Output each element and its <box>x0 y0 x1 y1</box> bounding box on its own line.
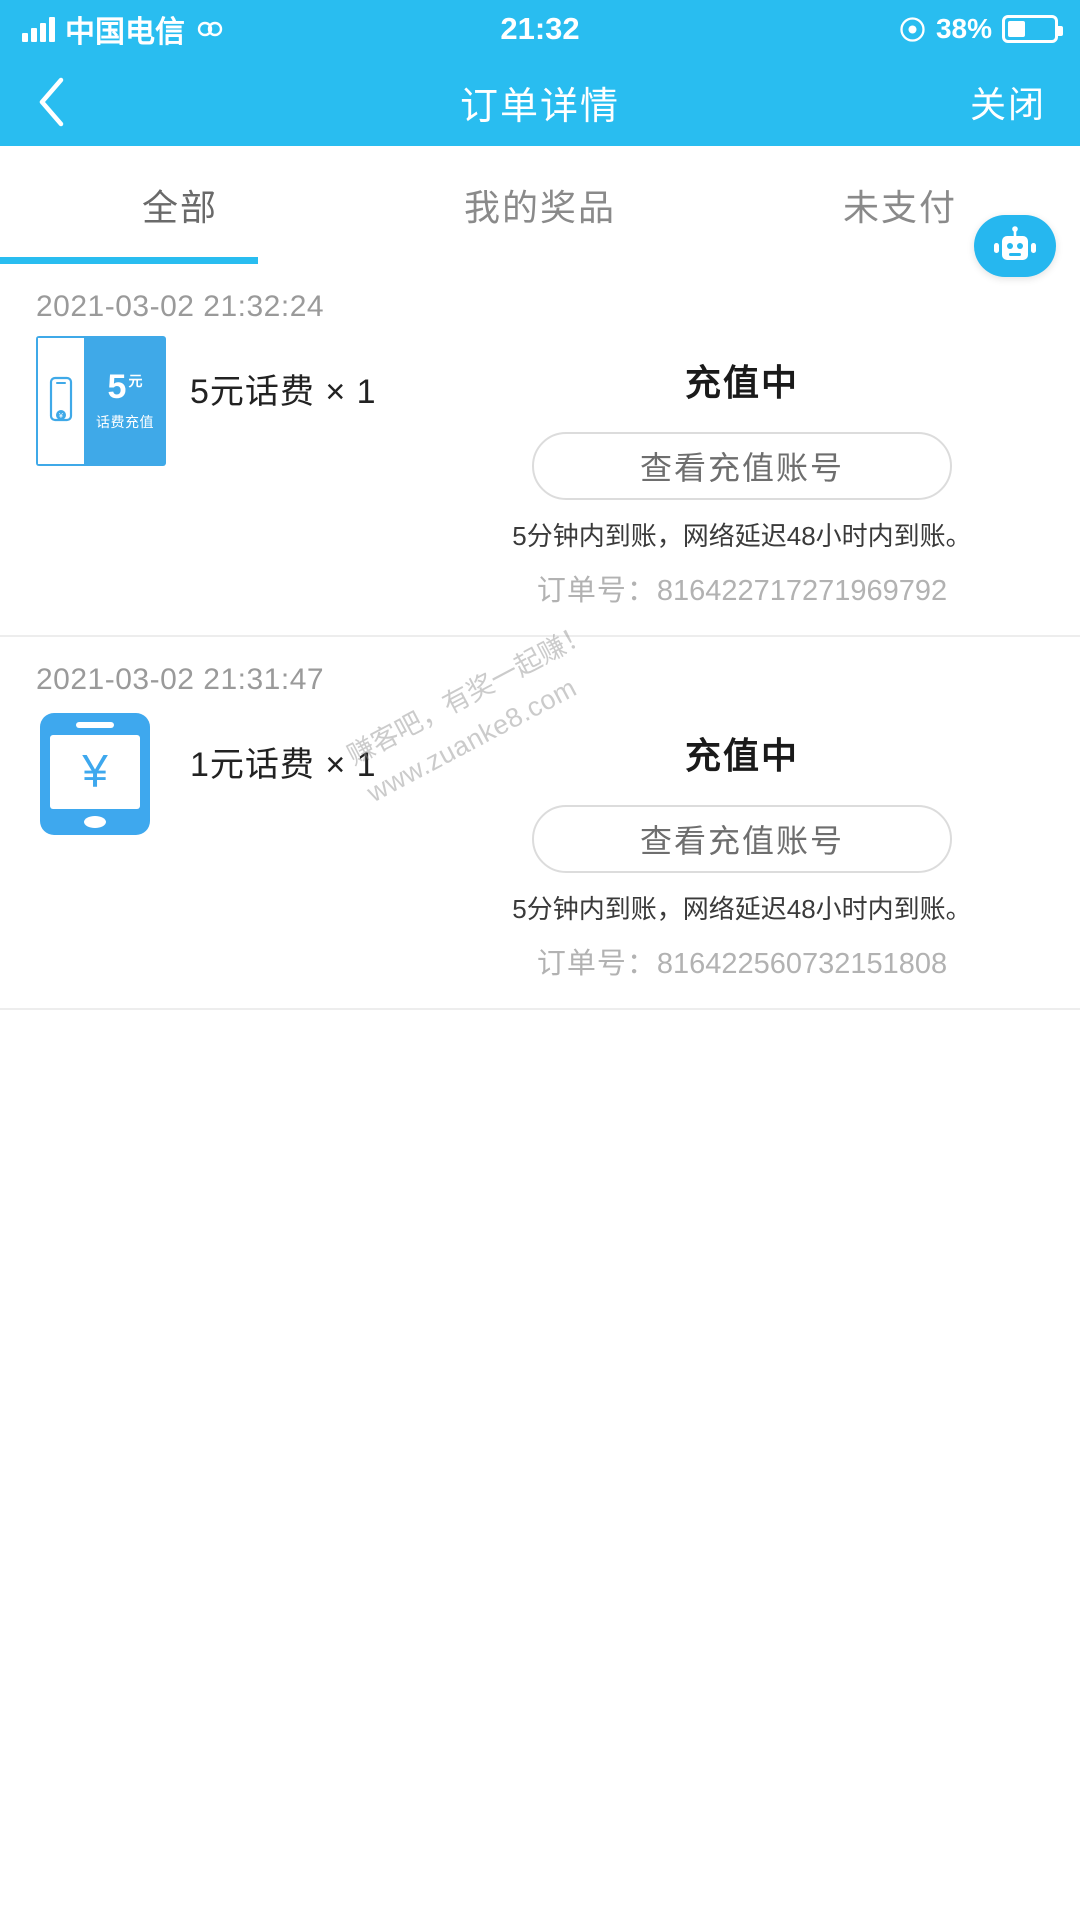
yuan-symbol: ¥ <box>81 745 108 797</box>
signal-bars-icon <box>22 16 55 42</box>
coupon-amount: 5元 <box>107 368 143 406</box>
order-thumbnail: ¥ <box>36 709 190 982</box>
order-status-column: 充值中 查看充值账号 5分钟内到账，网络延迟48小时内到账。 订单号：81642… <box>440 336 1044 609</box>
carrier-label: 中国电信 <box>65 16 185 49</box>
order-product-column: 5元话费 × 1 <box>190 336 440 609</box>
navigation-bar: 订单详情 关闭 <box>0 58 1080 146</box>
order-item[interactable]: 2021-03-02 21:31:47 ¥ 1元话费 × 1 充值中 查看充值账… <box>0 637 1080 1010</box>
svg-text:¥: ¥ <box>59 413 63 420</box>
order-timestamp: 2021-03-02 21:32:24 <box>36 290 325 323</box>
status-bar-right: 38% <box>899 13 1063 45</box>
order-product-name: 5元话费 × 1 <box>190 373 377 411</box>
order-number-row: 订单号：816422717271969792 <box>537 567 947 609</box>
order-number-row: 订单号：816422560732151808 <box>537 940 947 982</box>
customer-service-robot-button[interactable] <box>974 215 1056 277</box>
robot-assistant-icon <box>994 226 1036 260</box>
tab-bar: 全部 我的奖品 未支付 <box>0 146 1080 264</box>
order-thumbnail: ¥ 5元 话费充值 <box>36 336 190 609</box>
order-number-value: 816422560732151808 <box>656 948 948 980</box>
page-title: 订单详情 <box>459 85 620 128</box>
coupon-caption: 话费充值 <box>96 414 154 430</box>
status-bar-left: 中国电信 <box>22 7 225 51</box>
order-status-text: 充值中 <box>684 362 799 403</box>
phone-recharge-coupon-icon: ¥ 5元 话费充值 <box>36 336 166 466</box>
order-delivery-note: 5分钟内到账，网络延迟48小时内到账。 <box>512 894 972 924</box>
view-recharge-account-button[interactable]: 查看充值账号 <box>532 432 952 500</box>
close-button[interactable]: 关闭 <box>970 76 1046 128</box>
phone-recharge-icon: ¥ <box>40 713 150 835</box>
status-bar: 中国电信 21:32 38% <box>0 0 1080 58</box>
link-chain-icon <box>195 16 225 42</box>
order-status-column: 充值中 查看充值账号 5分钟内到账，网络延迟48小时内到账。 订单号：81642… <box>440 709 1044 982</box>
order-product-name: 1元话费 × 1 <box>190 746 377 784</box>
order-number-label: 订单号： <box>536 575 657 607</box>
order-timestamp: 2021-03-02 21:31:47 <box>36 663 325 696</box>
tab-all[interactable]: 全部 <box>0 179 360 231</box>
back-button[interactable] <box>34 72 94 132</box>
battery-percent-label: 38% <box>935 13 992 44</box>
order-status-text: 充值中 <box>684 735 799 776</box>
battery-icon <box>1002 15 1063 43</box>
order-number-value: 816422717271969792 <box>656 575 948 607</box>
order-number-label: 订单号： <box>536 948 657 980</box>
order-item[interactable]: 2021-03-02 21:32:24 ¥ 5元 话费充值 5元话费 × 1 充… <box>0 264 1080 637</box>
alarm-clock-icon <box>899 16 926 43</box>
order-body: ¥ 5元 话费充值 5元话费 × 1 充值中 查看充值账号 5分钟内到账，网络延… <box>0 336 1080 609</box>
chevron-left-icon <box>39 77 64 127</box>
order-list: 2021-03-02 21:32:24 ¥ 5元 话费充值 5元话费 × 1 充… <box>0 264 1080 1910</box>
order-delivery-note: 5分钟内到账，网络延迟48小时内到账。 <box>512 521 972 551</box>
view-recharge-account-button[interactable]: 查看充值账号 <box>532 805 952 873</box>
tab-my-prizes[interactable]: 我的奖品 <box>360 179 720 231</box>
order-product-column: 1元话费 × 1 <box>190 709 440 982</box>
order-body: ¥ 1元话费 × 1 充值中 查看充值账号 5分钟内到账，网络延迟48小时内到账… <box>0 709 1080 982</box>
list-empty-space <box>0 1010 1080 1910</box>
tab-active-indicator <box>0 257 258 264</box>
